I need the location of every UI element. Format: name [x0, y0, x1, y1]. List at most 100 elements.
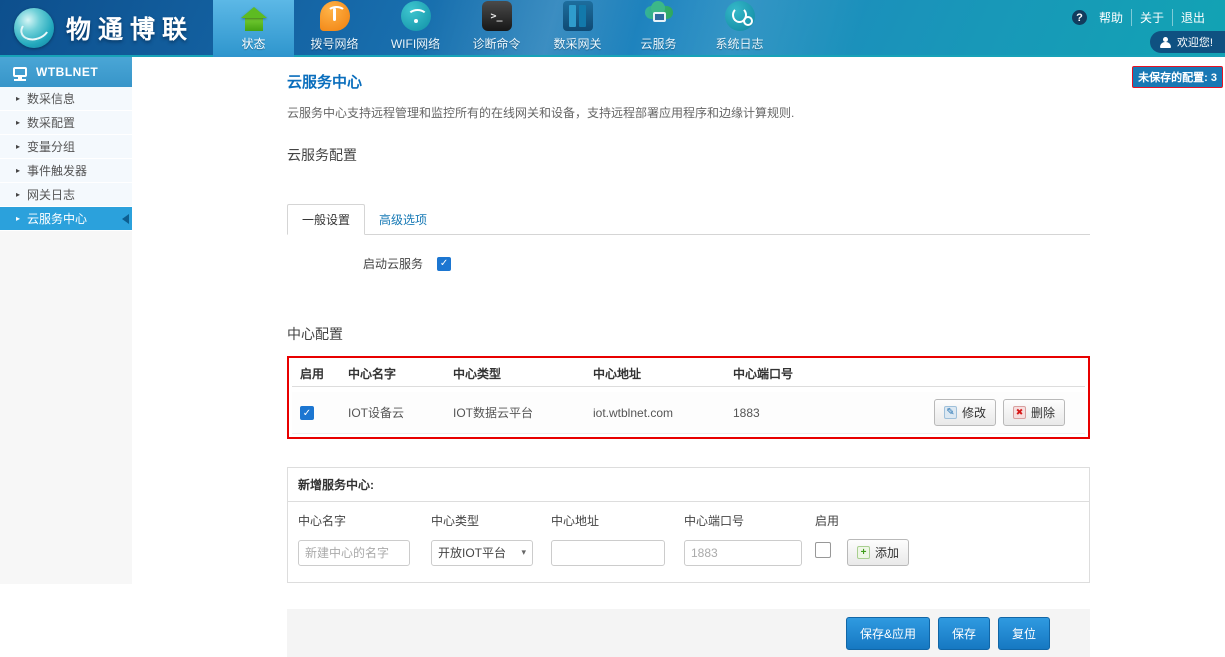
settings-tabs: 一般设置 高级选项	[287, 207, 1090, 235]
top-header: 物通博联 状态 拨号网络 WIFI网络 >_ 诊断命令 数采网关 云服务 系	[0, 0, 1225, 57]
sidebar-item-label: 变量分组	[27, 138, 75, 155]
new-center-port-input[interactable]	[684, 540, 802, 566]
col-center-name: 中心名字	[348, 365, 453, 382]
gateway-server-icon	[563, 1, 593, 31]
sidebar-item-label: 数采信息	[27, 90, 75, 107]
nav-item-wifi-network[interactable]: WIFI网络	[375, 0, 456, 57]
new-center-type-select[interactable]: 开放IOT平台 ▾	[431, 540, 533, 566]
sidebar-item-label: 云服务中心	[27, 210, 87, 227]
sidebar-item-label: 事件触发器	[27, 162, 87, 179]
chevron-down-icon: ▾	[521, 547, 526, 558]
nav-label: 数采网关	[553, 35, 601, 52]
selected-type-value: 开放IOT平台	[438, 544, 506, 561]
sidebar-subitem-variable-group[interactable]: ▸ 变量分组	[0, 135, 132, 159]
tab-general-settings[interactable]: 一般设置	[287, 204, 365, 235]
add-icon: +	[857, 546, 870, 559]
sidebar-device-header: WTBLNET	[0, 57, 132, 87]
sidebar-subitem-event-trigger[interactable]: ▸ 事件触发器	[0, 159, 132, 183]
cloud-service-icon	[644, 1, 674, 31]
system-log-icon	[725, 1, 755, 31]
new-center-enable-checkbox[interactable]	[815, 542, 831, 558]
cell-center-name: IOT设备云	[348, 404, 453, 421]
help-icon: ?	[1072, 10, 1087, 25]
add-label: 添加	[875, 544, 899, 561]
nav-item-data-gateway[interactable]: 数采网关	[537, 0, 618, 57]
submenu-arrow-icon: ▸	[16, 142, 20, 151]
nav-item-system-log[interactable]: 系统日志	[699, 0, 780, 57]
center-table-header: 启用 中心名字 中心类型 中心地址 中心端口号	[292, 361, 1085, 387]
top-links: ? 帮助 关于 退出	[1072, 9, 1213, 26]
add-center-heading: 新增服务中心:	[288, 468, 1089, 502]
edit-button[interactable]: ✎ 修改	[934, 399, 996, 426]
selected-marker-icon	[122, 214, 129, 224]
nav-item-dialup-network[interactable]: 拨号网络	[294, 0, 375, 57]
help-link[interactable]: 帮助	[1091, 9, 1131, 26]
edit-label: 修改	[962, 404, 986, 421]
nav-label: 诊断命令	[472, 35, 520, 52]
terminal-icon: >_	[482, 1, 512, 31]
col-center-type: 中心类型	[453, 365, 593, 382]
sidebar-item-label: 网关日志	[27, 186, 75, 203]
nav-item-diagnostic-command[interactable]: >_ 诊断命令	[456, 0, 537, 57]
nav-label: 拨号网络	[310, 35, 358, 52]
row-enable-checkbox[interactable]: ✓	[300, 406, 314, 420]
page-description: 云服务中心支持远程管理和监控所有的在线网关和设备，支持远程部署应用程序和边缘计算…	[287, 104, 1090, 121]
delete-icon: ✖	[1013, 406, 1026, 419]
submenu-arrow-icon: ▸	[16, 190, 20, 199]
welcome-badge[interactable]: 欢迎您!	[1150, 31, 1225, 53]
add-button[interactable]: + 添加	[847, 539, 909, 566]
label-center-name: 中心名字	[298, 512, 431, 529]
sidebar-subitem-data-config[interactable]: ▸ 数采配置	[0, 111, 132, 135]
label-center-port: 中心端口号	[684, 512, 815, 529]
unsaved-config-badge[interactable]: 未保存的配置: 3	[1132, 66, 1223, 88]
save-apply-button[interactable]: 保存&应用	[846, 617, 930, 650]
page-title: 云服务中心	[287, 71, 1090, 92]
col-center-port: 中心端口号	[733, 365, 1085, 382]
label-center-address: 中心地址	[551, 512, 684, 529]
enable-cloud-label: 启动云服务	[363, 255, 423, 272]
delete-button[interactable]: ✖ 删除	[1003, 399, 1065, 426]
col-enable: 启用	[292, 365, 348, 382]
reset-button[interactable]: 复位	[998, 617, 1050, 650]
col-center-address: 中心地址	[593, 365, 733, 382]
submenu-arrow-icon: ▸	[16, 166, 20, 175]
nav-label: 云服务	[640, 35, 676, 52]
label-center-type: 中心类型	[431, 512, 551, 529]
nav-label: WIFI网络	[391, 35, 440, 52]
nav-label: 系统日志	[715, 35, 763, 52]
sidebar: WTBLNET 状态 数采 ▸ 数采信息 ▸ 数采配置 ▸ 变量分组 ▸ 事件触…	[0, 57, 132, 584]
tab-advanced-options[interactable]: 高级选项	[365, 205, 441, 234]
new-center-name-input[interactable]	[298, 540, 410, 566]
cell-center-address: iot.wtblnet.com	[593, 406, 733, 420]
brand-logo: 物通博联	[14, 8, 194, 48]
add-center-labels: 中心名字 中心类型 中心地址 中心端口号 启用	[288, 502, 1089, 535]
submenu-arrow-icon: ▸	[16, 118, 20, 127]
add-center-inputs: 开放IOT平台 ▾ + 添加	[288, 535, 1089, 582]
nav-item-status[interactable]: 状态	[213, 0, 294, 57]
cell-center-port: 1883	[733, 406, 760, 420]
dialup-network-icon	[320, 1, 350, 31]
cell-center-type: IOT数据云平台	[453, 404, 593, 421]
welcome-text: 欢迎您!	[1177, 34, 1213, 50]
device-name: WTBLNET	[36, 65, 98, 79]
save-button[interactable]: 保存	[938, 617, 990, 650]
brand-name: 物通博联	[66, 10, 194, 46]
enable-cloud-checkbox[interactable]: ✓	[437, 257, 451, 271]
monitor-icon	[13, 67, 27, 77]
submenu-arrow-icon: ▸	[16, 214, 20, 223]
center-table-highlight: 启用 中心名字 中心类型 中心地址 中心端口号 ✓ IOT设备云 IOT数据云平…	[287, 356, 1090, 439]
center-config-heading: 中心配置	[287, 324, 1090, 344]
new-center-address-input[interactable]	[551, 540, 665, 566]
delete-label: 删除	[1031, 404, 1055, 421]
sidebar-subitem-gateway-log[interactable]: ▸ 网关日志	[0, 183, 132, 207]
sidebar-subitem-cloud-service-center[interactable]: ▸ 云服务中心	[0, 207, 132, 231]
footer-action-bar: 保存&应用 保存 复位	[287, 609, 1090, 657]
enable-cloud-row: 启动云服务 ✓	[363, 255, 1090, 272]
nav-item-cloud-service[interactable]: 云服务	[618, 0, 699, 57]
nav-label: 状态	[241, 35, 265, 52]
home-icon	[239, 1, 269, 31]
sidebar-item-label: 数采配置	[27, 114, 75, 131]
about-link[interactable]: 关于	[1131, 9, 1172, 26]
logout-link[interactable]: 退出	[1172, 9, 1213, 26]
sidebar-subitem-data-info[interactable]: ▸ 数采信息	[0, 87, 132, 111]
